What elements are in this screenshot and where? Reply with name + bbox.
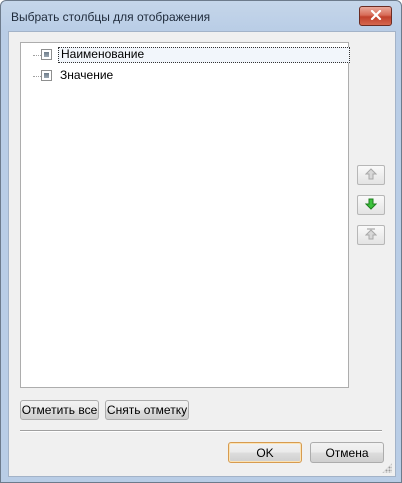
arrow-top-icon [364,227,378,243]
separator [20,430,382,432]
cancel-button[interactable]: Отмена [310,442,384,463]
tree-item-label: Наименование [58,47,350,63]
item-checkbox[interactable] [41,70,52,81]
dialog-client-area: Наименование Значение Отметить все Снять… [8,31,396,477]
ok-button[interactable]: OK [228,442,302,463]
close-x-icon [370,9,382,23]
tree-item-label: Значение [60,68,114,82]
title-bar[interactable]: Выбрать столбцы для отображения [1,1,401,31]
tree-item[interactable]: Наименование [21,46,350,64]
resize-grip[interactable] [382,463,392,473]
uncheck-all-button[interactable]: Снять отметку [105,400,189,420]
item-checkbox[interactable] [41,49,52,60]
arrow-up-icon [364,167,378,183]
check-all-button[interactable]: Отметить все [20,400,99,420]
move-up-button[interactable] [357,165,385,185]
dialog-title: Выбрать столбцы для отображения [11,10,211,24]
move-top-button[interactable] [357,225,385,245]
move-down-button[interactable] [357,195,385,215]
tree-item[interactable]: Значение [21,67,348,85]
columns-tree[interactable]: Наименование Значение [20,42,350,388]
close-button[interactable] [359,6,392,26]
arrow-down-icon [364,198,378,213]
dialog-window: Выбрать столбцы для отображения Наименов… [0,0,402,483]
